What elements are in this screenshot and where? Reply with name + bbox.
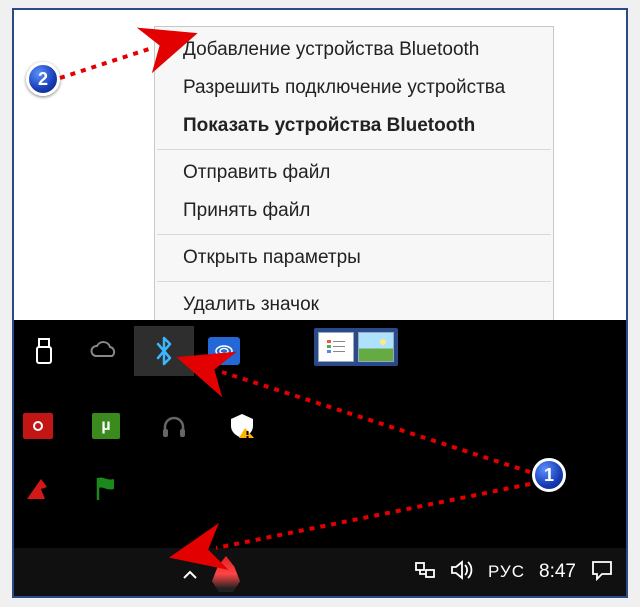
- annotation-badge-2: 2: [26, 62, 60, 96]
- thumbnail-view-toggle[interactable]: [314, 328, 398, 366]
- screen-recorder-icon[interactable]: [16, 406, 60, 446]
- annotation-badge-1: 1: [532, 458, 566, 492]
- menu-separator: [157, 149, 551, 150]
- menu-receive-file[interactable]: Принять файл: [155, 192, 553, 230]
- bluetooth-icon[interactable]: [134, 326, 194, 376]
- system-tray-flyout: µ: [14, 320, 626, 548]
- list-view-icon: [318, 332, 354, 362]
- photo-thumbnail-icon: [358, 332, 394, 362]
- volume-icon[interactable]: [450, 559, 474, 586]
- language-indicator[interactable]: РУС: [488, 562, 525, 582]
- intel-graphics-icon[interactable]: [194, 326, 254, 376]
- tray-icons-row-3: [16, 468, 128, 508]
- menu-show-bluetooth-devices[interactable]: Показать устройства Bluetooth: [155, 107, 553, 145]
- tray-icons-row: [14, 326, 254, 376]
- menu-allow-device-connect[interactable]: Разрешить подключение устройства: [155, 69, 553, 107]
- clock[interactable]: 8:47: [539, 561, 576, 583]
- escan-icon[interactable]: [16, 468, 60, 508]
- menu-separator: [157, 234, 551, 235]
- flag-icon[interactable]: [84, 468, 128, 508]
- menu-send-file[interactable]: Отправить файл: [155, 154, 553, 192]
- bluetooth-context-menu: Добавление устройства Bluetooth Разрешит…: [154, 26, 554, 329]
- onedrive-icon[interactable]: [74, 326, 134, 376]
- network-icon[interactable]: [414, 559, 436, 586]
- usb-device-icon[interactable]: [14, 326, 74, 376]
- screenshot-frame: Добавление устройства Bluetooth Разрешит…: [12, 8, 628, 598]
- tray-icons-row-2: µ: [16, 406, 264, 446]
- menu-separator: [157, 281, 551, 282]
- menu-remove-icon[interactable]: Удалить значок: [155, 286, 553, 324]
- utorrent-icon[interactable]: µ: [84, 406, 128, 446]
- menu-add-bluetooth-device[interactable]: Добавление устройства Bluetooth: [155, 31, 553, 69]
- headphones-icon[interactable]: [152, 406, 196, 446]
- action-center-icon[interactable]: [590, 559, 614, 586]
- security-warning-icon[interactable]: [220, 406, 264, 446]
- tray-chevron-icon[interactable]: [182, 568, 198, 586]
- flame-app-icon[interactable]: [212, 556, 240, 592]
- taskbar: РУС 8:47: [14, 548, 626, 596]
- menu-open-settings[interactable]: Открыть параметры: [155, 239, 553, 277]
